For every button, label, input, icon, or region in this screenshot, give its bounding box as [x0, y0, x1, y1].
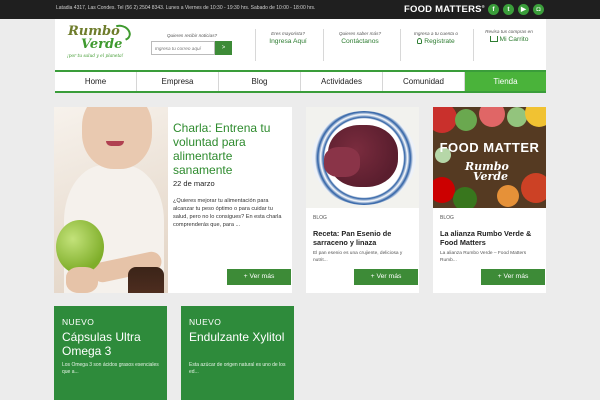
- cart-link-label: Mi Carrito: [499, 36, 529, 43]
- product-card-xylitol[interactable]: NUEVO Endulzante Xylitol Esta azúcar de …: [181, 306, 294, 400]
- nav-item-actividades[interactable]: Actividades: [301, 72, 383, 91]
- food-matter-overlay-text: FOOD MATTER: [439, 140, 540, 155]
- tomato-shape: [433, 177, 455, 203]
- feature-date: 22 de marzo: [173, 179, 215, 188]
- bread-piece-shape: [324, 147, 360, 177]
- feature-title[interactable]: Charla: Entrena tu voluntad para aliment…: [173, 121, 287, 177]
- newsletter-label: Quieres recibir noticias?: [166, 33, 218, 38]
- product-new-badge: NUEVO: [189, 317, 222, 327]
- register-link[interactable]: Registrate: [405, 38, 467, 45]
- account-block: Ingresa a tu cuenta o Registrate: [405, 31, 467, 45]
- nav-item-comunidad[interactable]: Comunidad: [383, 72, 465, 91]
- nav-item-blog[interactable]: Blog: [219, 72, 301, 91]
- cart-block: Revisa tus compras en Mi Carrito: [476, 29, 542, 43]
- card-category: BLOG: [440, 215, 454, 221]
- instagram-icon[interactable]: ◘: [533, 4, 544, 15]
- feature-event-card: Charla: Entrena tu voluntad para aliment…: [54, 107, 292, 293]
- header-divider: [400, 29, 401, 61]
- product-title: Endulzante Xylitol: [189, 330, 285, 344]
- header-divider: [255, 29, 256, 61]
- recipe-image[interactable]: [306, 107, 419, 208]
- apple-shape: [56, 220, 104, 274]
- card-category: BLOG: [313, 215, 327, 221]
- cart-question: Revisa tus compras en: [485, 29, 533, 34]
- rumbo-verde-overlay-logo: Rumbo Verde: [465, 161, 509, 183]
- food-matters-logo[interactable]: FOOD MATTERS®: [404, 4, 485, 15]
- blog-card-recipe: BLOG Receta: Pan Esenio de sarraceno y l…: [306, 107, 419, 293]
- header-divider: [473, 29, 474, 61]
- woman-mouth-shape: [106, 141, 124, 146]
- card-more-button[interactable]: + Ver más: [354, 269, 418, 285]
- product-title: Cápsulas Ultra Omega 3: [62, 330, 141, 358]
- card-description: La alianza Rumbo Verde – Food Matters Ru…: [440, 251, 527, 263]
- registered-mark: ®: [481, 4, 485, 9]
- greens-shape: [453, 187, 477, 208]
- logo-verde-text: Verde: [81, 37, 123, 52]
- register-link-label: Registrate: [424, 38, 455, 45]
- youtube-icon[interactable]: ▶: [518, 4, 529, 15]
- logo-tagline: ¡por tu salud y el planeta!: [67, 54, 124, 59]
- card-title[interactable]: Receta: Pan Esenio de sarraceno y linaza: [313, 229, 415, 247]
- product-card-omega3[interactable]: NUEVO Cápsulas Ultra Omega 3 Los Omega 3…: [54, 306, 167, 400]
- hand-shape: [66, 267, 98, 293]
- contact-block: Quieres saber más? Contáctanos: [327, 31, 393, 45]
- food-matters-logo-text: FOOD MATTERS: [404, 4, 482, 16]
- cart-icon: [489, 36, 498, 42]
- site-header: Rumbo Verde ¡por tu salud y el planeta! …: [55, 19, 546, 70]
- product-new-badge: NUEVO: [62, 317, 95, 327]
- account-question: Ingresa a tu cuenta o: [413, 31, 459, 36]
- card-title[interactable]: La alianza Rumbo Verde & Food Matters: [440, 229, 542, 247]
- chocolate-cake-shape: [128, 267, 164, 293]
- tomato-shape: [433, 107, 457, 133]
- wholesale-block: Eres mayorista? Ingresa Aquí: [259, 31, 317, 45]
- card-description: El pan esenio es una crujiente, delicios…: [313, 251, 403, 263]
- newsletter-submit-button[interactable]: >: [215, 41, 232, 55]
- woman-face-shape: [82, 107, 152, 169]
- product-description: Esta azúcar de origen natural es uno de …: [189, 362, 286, 375]
- overlay-logo-line2: Verde: [473, 170, 509, 183]
- nav-item-home[interactable]: Home: [55, 72, 137, 91]
- wholesale-link[interactable]: Ingresa Aquí: [259, 38, 317, 45]
- alliance-image[interactable]: FOOD MATTER Rumbo Verde: [433, 107, 546, 208]
- contact-link[interactable]: Contáctanos: [327, 38, 393, 45]
- feature-more-button[interactable]: + Ver más: [227, 269, 291, 285]
- feature-description: ¿Quieres mejorar tu alimentación para al…: [173, 198, 282, 228]
- greens-shape: [455, 109, 477, 131]
- main-nav: Home Empresa Blog Actividades Comunidad …: [55, 70, 546, 93]
- user-icon: [417, 38, 423, 44]
- contact-question: Quieres saber más?: [338, 31, 382, 36]
- top-bar: Latadia 4317, Las Condes. Tel (56 2) 250…: [0, 0, 600, 19]
- nav-item-empresa[interactable]: Empresa: [137, 72, 219, 91]
- facebook-icon[interactable]: f: [488, 4, 499, 15]
- tomato-shape: [479, 107, 505, 127]
- wholesale-question: Eres mayorista?: [271, 31, 305, 36]
- product-description: Los Omega 3 son ácidos grasos esenciales…: [62, 362, 159, 375]
- blog-card-alliance: FOOD MATTER Rumbo Verde BLOG La alianza R…: [433, 107, 546, 293]
- pepper-shape: [525, 107, 546, 127]
- card-more-button[interactable]: + Ver más: [481, 269, 545, 285]
- header-divider: [323, 29, 324, 61]
- greens-shape: [507, 107, 527, 127]
- cart-link[interactable]: Mi Carrito: [476, 36, 542, 43]
- store-info-text: Latadia 4317, Las Condes. Tel (56 2) 250…: [56, 5, 316, 11]
- rumbo-verde-logo[interactable]: Rumbo Verde ¡por tu salud y el planeta!: [67, 22, 145, 66]
- feature-image[interactable]: [54, 107, 168, 293]
- newsletter-email-input[interactable]: [151, 41, 215, 55]
- orange-shape: [497, 185, 519, 207]
- tomato-shape: [521, 173, 546, 203]
- nav-item-tienda[interactable]: Tienda: [465, 72, 546, 91]
- twitter-icon[interactable]: t: [503, 4, 514, 15]
